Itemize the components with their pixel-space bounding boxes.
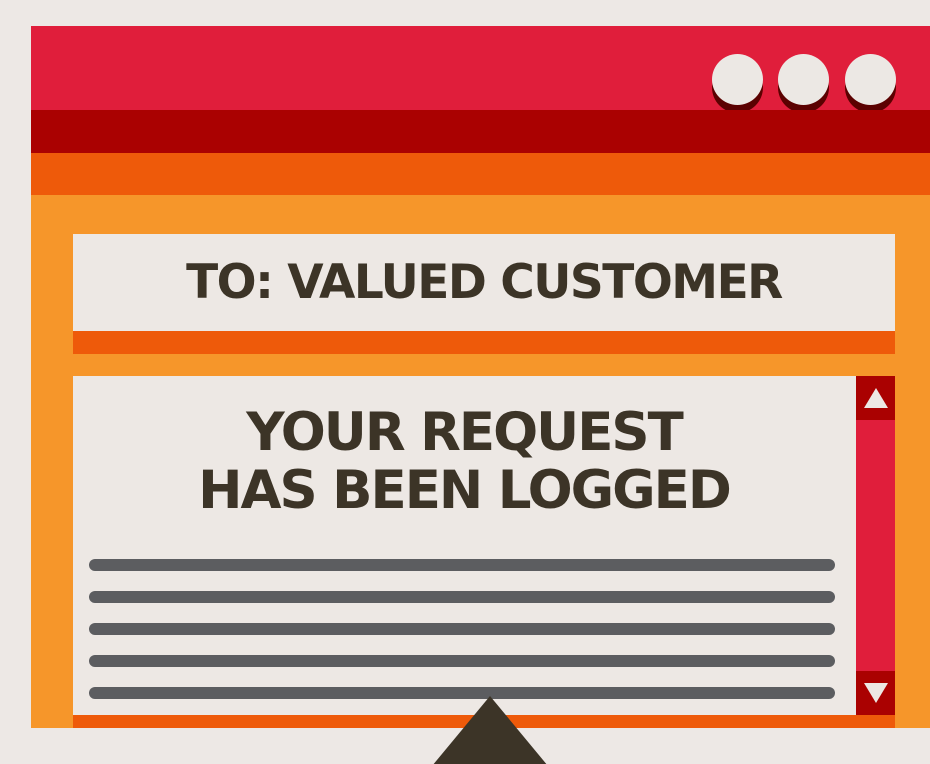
recipient-label: TO: VALUED CUSTOMER (186, 255, 783, 310)
title-bar (31, 26, 930, 110)
window-control-1-icon[interactable] (712, 54, 763, 105)
message-panel: YOUR REQUEST HAS BEEN LOGGED (73, 376, 895, 715)
recipient-underline (73, 331, 895, 354)
triangle-down-icon (863, 683, 888, 703)
window-control-2-icon[interactable] (778, 54, 829, 105)
headline-line-1: YOUR REQUEST (246, 402, 683, 463)
message-scrollbar[interactable] (856, 376, 895, 715)
cursor-triangle-icon (432, 696, 548, 764)
triangle-up-icon (863, 388, 888, 408)
headline-line-2: HAS BEEN LOGGED (198, 460, 732, 521)
placeholder-text-line (89, 591, 835, 603)
scroll-up-button[interactable] (856, 376, 895, 420)
recipient-field: TO: VALUED CUSTOMER (73, 234, 895, 331)
toolbar-band (31, 153, 930, 195)
app-window: TO: VALUED CUSTOMER YOUR REQUEST HAS BEE… (31, 26, 930, 764)
window-control-3-icon[interactable] (845, 54, 896, 105)
placeholder-text-line (89, 655, 835, 667)
scroll-down-button[interactable] (856, 671, 895, 715)
placeholder-text-line (89, 559, 835, 571)
title-bar-shadow (31, 110, 930, 153)
placeholder-text-line (89, 623, 835, 635)
message-headline: YOUR REQUEST HAS BEEN LOGGED (73, 404, 855, 520)
